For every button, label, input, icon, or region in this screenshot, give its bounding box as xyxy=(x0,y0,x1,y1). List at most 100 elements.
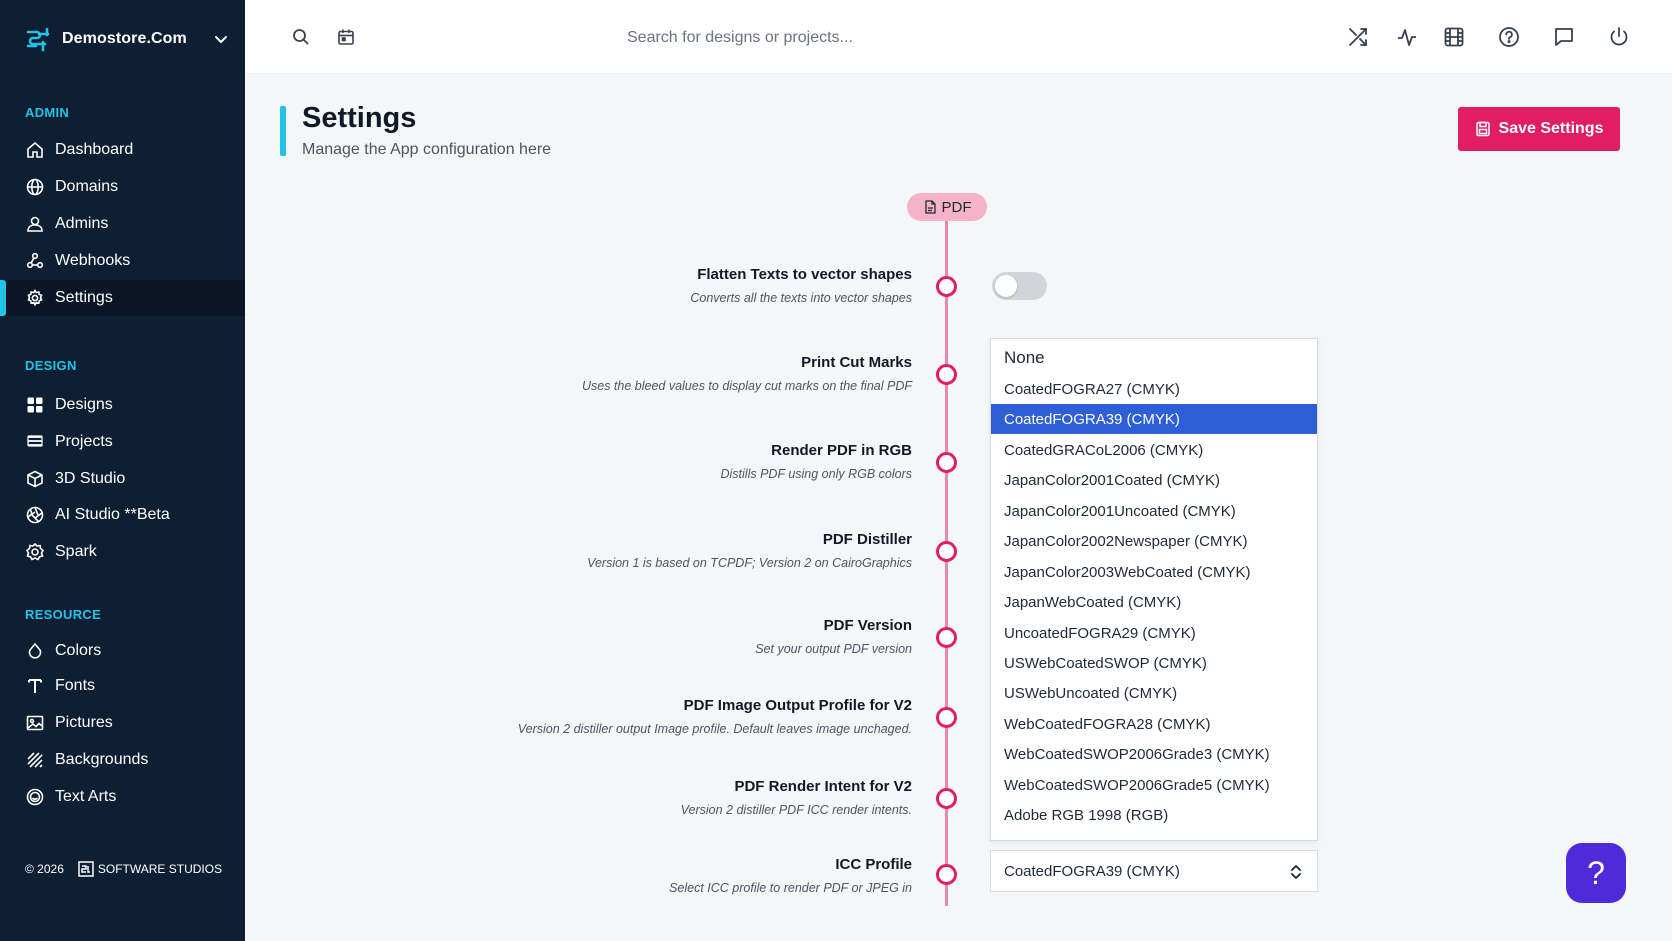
dropdown-option[interactable]: USWebUncoated (CMYK) xyxy=(991,678,1317,708)
setting-desc-pdf-distiller: Version 1 is based on TCPDF; Version 2 o… xyxy=(587,556,912,570)
sidebar-footer: © 2026 SOFTWARE STUDIOS xyxy=(25,861,222,877)
sidebar-item-label: Spark xyxy=(55,543,97,560)
list-icon xyxy=(25,433,44,452)
setting-title-flatten-texts: Flatten Texts to vector shapes xyxy=(697,266,912,283)
chevron-down-icon[interactable] xyxy=(213,31,229,47)
dropdown-option[interactable]: JapanColor2001Uncoated (CMYK) xyxy=(991,496,1317,526)
sidebar-item-label: Settings xyxy=(55,289,113,306)
timeline-node xyxy=(936,452,957,473)
setting-desc-image-output-profile: Version 2 distiller output Image profile… xyxy=(517,722,912,736)
search-input[interactable] xyxy=(627,24,1187,52)
brand-name: Demostore.Com xyxy=(62,30,187,47)
setting-title-print-cut-marks: Print Cut Marks xyxy=(801,354,912,371)
topbar xyxy=(245,0,1672,74)
setting-title-image-output-profile: PDF Image Output Profile for V2 xyxy=(683,697,912,714)
activity-icon[interactable] xyxy=(1396,26,1418,48)
dropdown-option[interactable]: UncoatedFOGRA29 (CMYK) xyxy=(991,618,1317,648)
sidebar-item-label: Designs xyxy=(55,396,113,413)
film-icon[interactable] xyxy=(1443,26,1465,48)
sidebar-item-label: Admins xyxy=(55,215,109,232)
pdf-section-badge: PDF xyxy=(907,193,987,221)
sidebar-item-pictures[interactable]: Pictures xyxy=(0,705,245,741)
setting-title-pdf-version: PDF Version xyxy=(823,617,912,634)
dropdown-option-selected[interactable]: CoatedFOGRA39 (CMYK) xyxy=(991,404,1317,434)
flatten-texts-toggle[interactable] xyxy=(992,272,1047,300)
sidebar-item-backgrounds[interactable]: Backgrounds xyxy=(0,742,245,778)
brand-switcher[interactable]: Demostore.Com xyxy=(24,24,229,54)
user-icon xyxy=(25,215,44,234)
timeline-node xyxy=(936,707,957,728)
sidebar-item-3d-studio[interactable]: 3D Studio xyxy=(0,461,245,497)
dropdown-option[interactable]: JapanColor2001Coated (CMYK) xyxy=(991,465,1317,495)
dropdown-option[interactable]: USWebCoatedSWOP (CMYK) xyxy=(991,648,1317,678)
gear-icon xyxy=(25,289,44,308)
dropdown-option[interactable]: WebCoatedSWOP2006Grade3 (CMYK) xyxy=(991,739,1317,769)
pdf-badge-label: PDF xyxy=(941,198,972,216)
save-icon xyxy=(1475,121,1491,137)
sidebar-item-ai-studio[interactable]: AI Studio **Beta xyxy=(0,497,245,533)
help-button-label: ? xyxy=(1587,854,1605,891)
aperture-icon xyxy=(25,506,44,525)
toggle-knob xyxy=(995,275,1017,297)
sidebar-item-spark[interactable]: Spark xyxy=(0,534,245,570)
setting-title-render-intent: PDF Render Intent for V2 xyxy=(734,778,912,795)
dropdown-option[interactable]: JapanWebCoated (CMYK) xyxy=(991,587,1317,617)
timeline-node xyxy=(936,541,957,562)
sidebar-item-domains[interactable]: Domains xyxy=(0,169,245,205)
save-settings-button[interactable]: Save Settings xyxy=(1458,107,1620,151)
dropdown-option[interactable]: JapanColor2002Newspaper (CMYK) xyxy=(991,526,1317,556)
sidebar-item-label: Webhooks xyxy=(55,252,131,269)
sidebar-item-fonts[interactable]: Fonts xyxy=(0,668,245,704)
setting-desc-render-intent: Version 2 distiller PDF ICC render inten… xyxy=(680,803,912,817)
icc-profile-dropdown-list[interactable]: None CoatedFOGRA27 (CMYK) CoatedFOGRA39 … xyxy=(990,338,1318,841)
setting-desc-icc-profile: Select ICC profile to render PDF or JPEG… xyxy=(669,881,912,895)
sidebar-item-label: Projects xyxy=(55,433,113,450)
search-icon[interactable] xyxy=(290,26,312,48)
sidebar-item-dashboard[interactable]: Dashboard xyxy=(0,132,245,168)
grid-icon xyxy=(25,396,44,415)
home-icon xyxy=(25,141,44,160)
dropdown-option[interactable]: WebCoatedSWOP2006Grade5 (CMYK) xyxy=(991,770,1317,800)
setting-title-pdf-distiller: PDF Distiller xyxy=(822,531,912,548)
title-accent-bar xyxy=(280,106,286,156)
icc-profile-select[interactable]: CoatedFOGRA39 (CMYK) xyxy=(990,850,1318,892)
sidebar-item-label: Pictures xyxy=(55,714,113,731)
company-name: SOFTWARE STUDIOS xyxy=(97,862,223,876)
sidebar-item-text-arts[interactable]: Text Arts xyxy=(0,779,245,815)
sidebar-item-settings[interactable]: Settings xyxy=(0,280,245,316)
help-button[interactable]: ? xyxy=(1566,843,1626,903)
dropdown-option[interactable]: JapanColor2003WebCoated (CMYK) xyxy=(991,557,1317,587)
timeline-node xyxy=(936,627,957,648)
message-icon[interactable] xyxy=(1553,26,1575,48)
sidebar-item-label: Text Arts xyxy=(55,788,117,805)
sidebar-item-colors[interactable]: Colors xyxy=(0,633,245,669)
dropdown-option[interactable]: CoatedFOGRA27 (CMYK) xyxy=(991,374,1317,404)
dropdown-option[interactable]: WebCoatedFOGRA28 (CMYK) xyxy=(991,709,1317,739)
setting-title-icc-profile: ICC Profile xyxy=(835,856,912,873)
sidebar-item-admins[interactable]: Admins xyxy=(0,206,245,242)
sidebar-item-label: 3D Studio xyxy=(55,470,126,487)
page-title: Settings xyxy=(302,102,417,134)
calendar-icon[interactable] xyxy=(335,26,357,48)
power-icon[interactable] xyxy=(1608,26,1630,48)
sidebar-item-webhooks[interactable]: Webhooks xyxy=(0,243,245,279)
smiley-icon xyxy=(25,788,44,807)
dropdown-option[interactable]: None xyxy=(991,343,1317,373)
setting-desc-flatten-texts: Converts all the texts into vector shape… xyxy=(690,291,912,305)
badge-gear-icon xyxy=(25,543,44,562)
sidebar-item-label: Fonts xyxy=(55,677,96,694)
sidebar-item-label: Colors xyxy=(55,642,102,659)
text-t-icon xyxy=(25,677,44,696)
sidebar-item-designs[interactable]: Designs xyxy=(0,387,245,423)
hatch-icon xyxy=(25,751,44,770)
sidebar-item-label: Dashboard xyxy=(55,141,134,158)
dropdown-option[interactable]: CoatedGRACoL2006 (CMYK) xyxy=(991,435,1317,465)
help-circle-icon[interactable] xyxy=(1498,26,1520,48)
cube-icon xyxy=(25,470,44,489)
dropdown-option[interactable]: Adobe RGB 1998 (RGB) xyxy=(991,800,1317,830)
save-settings-label: Save Settings xyxy=(1498,120,1604,137)
sidebar-item-label: AI Studio **Beta xyxy=(55,506,170,523)
sidebar-item-projects[interactable]: Projects xyxy=(0,424,245,460)
shuffle-icon[interactable] xyxy=(1347,26,1369,48)
company-logo-icon xyxy=(78,861,94,877)
